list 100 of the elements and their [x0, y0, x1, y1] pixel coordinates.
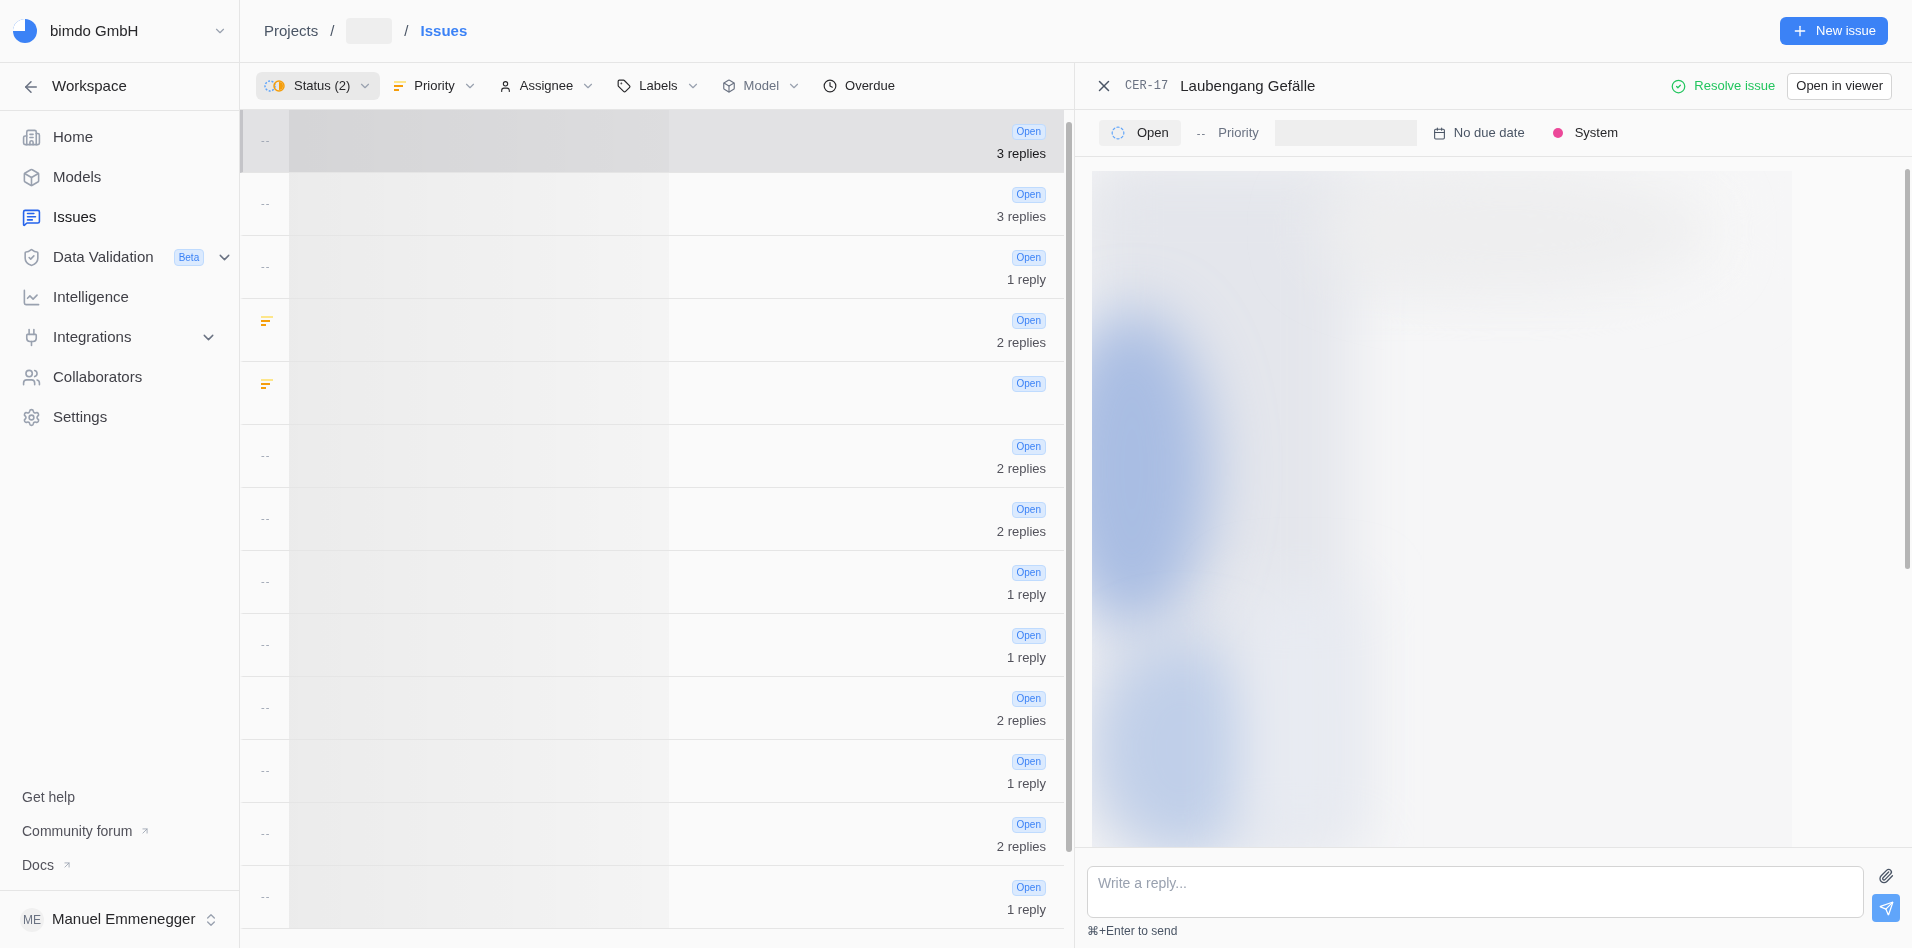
no-priority-text: --: [261, 512, 271, 524]
priority-selector[interactable]: -- Priority: [1196, 123, 1259, 143]
scrollbar-thumb[interactable]: [1066, 122, 1072, 852]
reply-count: 3 replies: [996, 208, 1046, 226]
organization-logo-icon: [12, 18, 38, 44]
send-button[interactable]: [1872, 894, 1900, 922]
filter-button[interactable]: Status (2): [256, 72, 381, 100]
no-priority-text: --: [261, 134, 271, 146]
reply-count: 2 replies: [996, 334, 1046, 352]
status-badge: Open: [1011, 313, 1046, 329]
open-in-viewer-button[interactable]: Open in viewer: [1787, 72, 1892, 100]
no-priority-text: --: [261, 638, 271, 650]
issue-row[interactable]: -- Open 1 reply: [240, 866, 1064, 929]
reply-count: 1 reply: [1006, 586, 1046, 604]
cube-icon: [22, 167, 41, 187]
issue-row[interactable]: -- Open 2 replies: [240, 488, 1064, 551]
priority-bars-icon: [261, 379, 273, 389]
user-icon: [498, 79, 512, 93]
reply-field[interactable]: Write a reply...: [1087, 866, 1864, 918]
reply-count: 2 replies: [996, 460, 1046, 478]
status-badge: Open: [1011, 439, 1046, 455]
beta-badge: Beta: [173, 248, 205, 266]
help-link[interactable]: Docs: [0, 848, 239, 882]
status-badge: Open: [1011, 502, 1046, 518]
check-circle-icon: [1671, 78, 1687, 94]
no-priority-text: --: [261, 575, 271, 587]
workspace-back-link[interactable]: Workspace: [0, 63, 239, 111]
external-link-icon: [61, 860, 72, 870]
user-avatar: ME: [20, 907, 44, 932]
issue-row[interactable]: -- Open 1 reply: [240, 236, 1064, 299]
building-icon: [22, 127, 41, 147]
message-icon: [22, 207, 41, 227]
organization-switcher[interactable]: bimdo GmbH: [0, 0, 239, 63]
breadcrumb-separator: /: [330, 20, 335, 41]
reply-count: 2 replies: [996, 523, 1046, 541]
reply-count: 2 replies: [996, 838, 1046, 856]
sidebar-item[interactable]: Data Validation Beta: [0, 237, 239, 277]
status-icon: [264, 80, 286, 92]
reply-count: 2 replies: [996, 712, 1046, 730]
status-badge: Open: [1011, 880, 1046, 896]
breadcrumb-link[interactable]: Projects: [264, 19, 319, 43]
issue-row[interactable]: -- Open 1 reply: [240, 614, 1064, 677]
breadcrumb-link[interactable]: Issues: [420, 19, 468, 43]
status-badge: Open: [1011, 754, 1046, 770]
status-badge: Open: [1011, 817, 1046, 833]
label-selector[interactable]: System: [1552, 123, 1618, 143]
status-badge: Open: [1011, 565, 1046, 581]
no-priority-text: --: [261, 701, 271, 713]
reply-count: 1 reply: [1006, 901, 1046, 919]
no-priority-text: --: [261, 827, 271, 839]
user-menu[interactable]: ME Manuel Emmenegger: [0, 890, 239, 948]
reply-count: 1 reply: [1006, 271, 1046, 289]
reply-count: 1 reply: [1006, 775, 1046, 793]
issue-row[interactable]: -- Open 3 replies: [240, 173, 1064, 236]
reply-count: 3 replies: [996, 145, 1046, 163]
issue-row[interactable]: -- Open 2 replies: [240, 803, 1064, 866]
help-link[interactable]: Community forum: [0, 814, 239, 848]
users-icon: [22, 367, 41, 387]
priority-bars-icon: [261, 316, 273, 326]
help-link[interactable]: Get help: [0, 780, 239, 814]
sidebar-item[interactable]: Collaborators: [0, 357, 239, 397]
settings-icon: [22, 407, 41, 427]
line-chart-icon: [22, 287, 41, 307]
external-link-icon: [140, 826, 151, 836]
new-issue-button[interactable]: New issue: [1780, 17, 1888, 45]
issue-row[interactable]: -- Open 3 replies: [240, 110, 1064, 173]
status-selector[interactable]: Open: [1099, 120, 1181, 146]
no-priority-text: --: [261, 197, 271, 209]
priority-bars-icon: [394, 81, 407, 91]
reply-count: 1 reply: [1006, 649, 1046, 667]
status-badge: Open: [1011, 376, 1046, 392]
clock-icon: [823, 79, 838, 93]
no-priority-text: --: [261, 890, 271, 902]
no-priority-text: --: [261, 764, 271, 776]
issue-row[interactable]: -- Open 2 replies: [240, 425, 1064, 488]
issue-row[interactable]: -- Open 2 replies: [240, 677, 1064, 740]
scrollbar-thumb[interactable]: [1904, 169, 1910, 569]
issue-row[interactable]: Open 2 replies: [240, 299, 1064, 362]
send-icon: [1878, 900, 1894, 916]
issue-title: Laubengang Gefälle: [1180, 75, 1316, 96]
sidebar-item[interactable]: Issues: [0, 197, 239, 237]
send-hint: ⌘+Enter to send: [1087, 923, 1179, 940]
no-priority-text: --: [261, 449, 271, 461]
issue-row[interactable]: -- Open 1 reply: [240, 740, 1064, 803]
paperclip-icon[interactable]: [1878, 868, 1894, 884]
cube-icon: [721, 79, 736, 93]
status-icon: [1111, 126, 1125, 140]
status-badge: Open: [1011, 187, 1046, 203]
sidebar-item[interactable]: Intelligence: [0, 277, 239, 317]
sidebar-item[interactable]: Models: [0, 157, 239, 197]
sidebar-item[interactable]: Home: [0, 117, 239, 157]
sidebar-item[interactable]: Integrations: [0, 317, 239, 357]
no-priority-text: --: [261, 260, 271, 272]
status-badge: Open: [1011, 124, 1046, 140]
issue-row[interactable]: -- Open 1 reply: [240, 551, 1064, 614]
tag-icon: [617, 79, 632, 93]
status-badge: Open: [1011, 691, 1046, 707]
sidebar-item[interactable]: Settings: [0, 397, 239, 437]
shield-icon: [22, 247, 41, 267]
due-date-selector[interactable]: No due date: [1432, 123, 1525, 143]
